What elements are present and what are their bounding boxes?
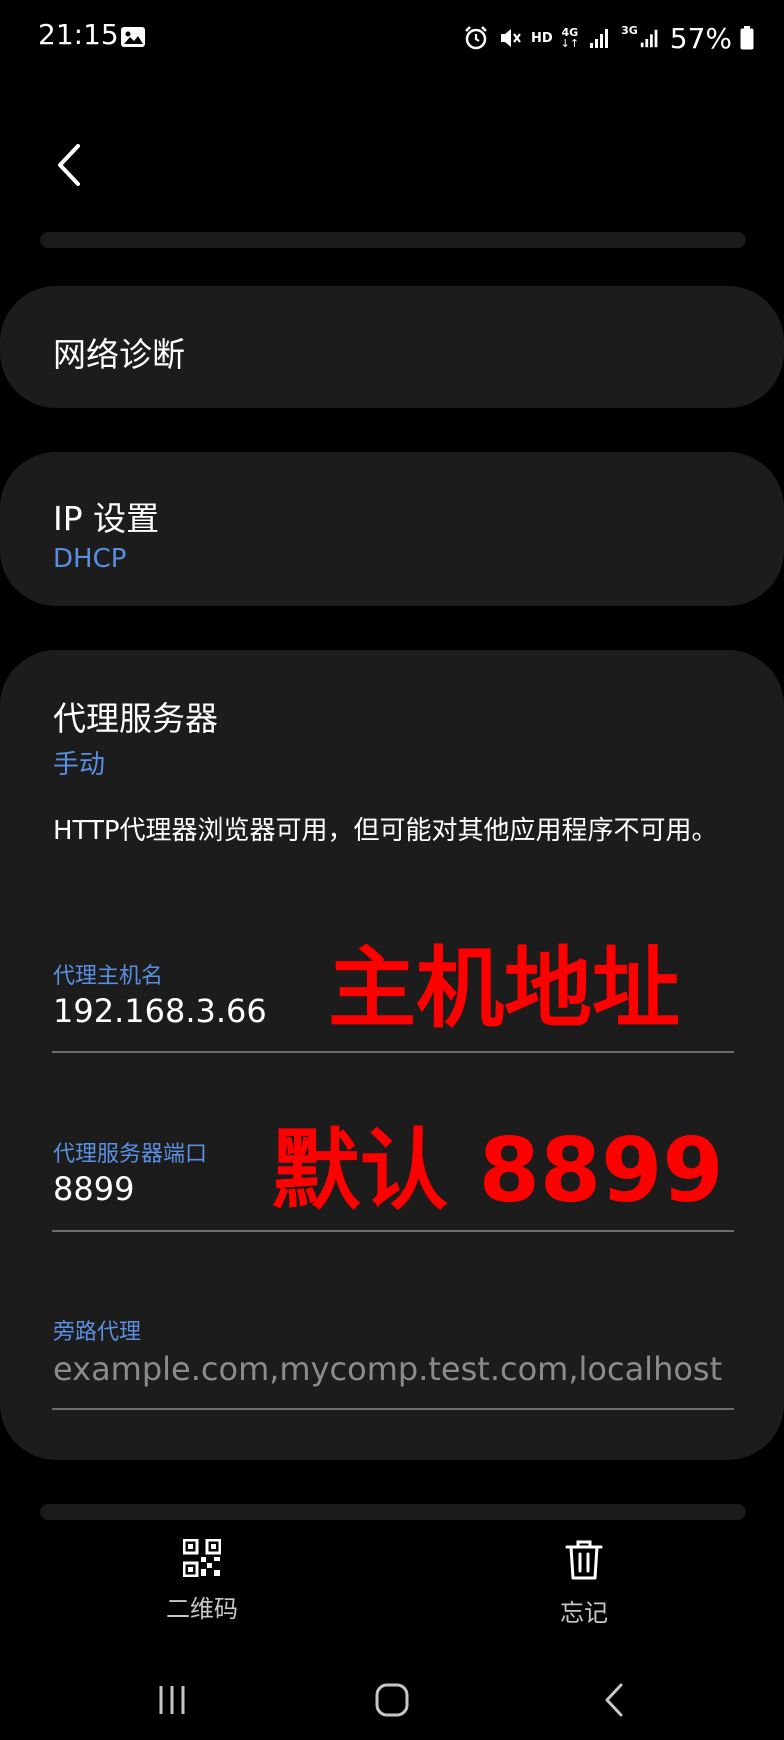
battery-icon: [740, 26, 754, 50]
bottom-action-bar: 二维码 忘记: [0, 1505, 784, 1628]
gallery-icon: [121, 27, 145, 47]
recents-icon: [159, 1686, 185, 1714]
back-icon[interactable]: [52, 140, 86, 190]
nav-back-icon: [605, 1683, 623, 1717]
qr-code-icon: [183, 1539, 221, 1577]
alarm-icon: [465, 26, 487, 50]
mute-icon: [500, 29, 521, 47]
host-annotation: 主机地址: [328, 937, 681, 1040]
proxy-host-underline: [52, 1051, 734, 1053]
card-stub-top: [40, 232, 746, 248]
network-diagnostics-row[interactable]: 网络诊断: [0, 286, 784, 408]
status-icons: HD 4G ↓↑ 3G 57%: [463, 18, 754, 58]
proxy-description: HTTP代理器浏览器可用，但可能对其他应用程序不可用。: [53, 816, 718, 846]
nav-back-button[interactable]: [584, 1670, 644, 1730]
port-annotation: 默认 8899: [272, 1119, 724, 1222]
network-diagnostics-title: 网络诊断: [53, 335, 185, 374]
data-arrows-icon: ↓↑: [560, 37, 580, 50]
proxy-host-input[interactable]: 192.168.3.66: [53, 992, 267, 1030]
trash-icon: [565, 1540, 603, 1580]
proxy-port-underline: [52, 1230, 734, 1232]
system-nav-bar: [0, 1660, 784, 1740]
proxy-mode[interactable]: 手动: [53, 744, 105, 781]
forget-label: 忘记: [560, 1599, 608, 1627]
proxy-host-label: 代理主机名: [53, 964, 164, 989]
network-3g-icon: 3G: [621, 25, 662, 51]
signal-icon-2: [640, 29, 658, 48]
bypass-proxy-label: 旁路代理: [53, 1320, 142, 1345]
signal-icon: [590, 29, 609, 48]
network-4g-icon: 4G ↓↑: [561, 27, 579, 49]
hd-icon: HD: [530, 30, 553, 46]
ip-settings-title: IP 设置: [53, 499, 160, 538]
ip-settings-row[interactable]: IP 设置 DHCP: [0, 452, 784, 606]
bypass-proxy-input[interactable]: example.com,mycomp.test.com,localhost: [53, 1350, 733, 1388]
bypass-proxy-underline: [52, 1408, 734, 1410]
home-icon: [375, 1683, 409, 1717]
proxy-port-input[interactable]: 8899: [53, 1170, 134, 1208]
ip-settings-value: DHCP: [53, 544, 127, 574]
home-button[interactable]: [362, 1670, 422, 1730]
qr-code-button[interactable]: 二维码: [112, 1539, 292, 1624]
status-bar: 21:15 HD 4G ↓↑ 3G 57%: [0, 0, 784, 78]
proxy-port-label: 代理服务器端口: [53, 1142, 208, 1167]
battery-percent: 57%: [669, 21, 732, 55]
status-time: 21:15: [38, 18, 119, 51]
forget-button[interactable]: 忘记: [494, 1539, 674, 1628]
proxy-title[interactable]: 代理服务器: [53, 692, 218, 740]
network-3g-label: 3G: [621, 24, 638, 37]
qr-code-label: 二维码: [166, 1595, 238, 1623]
recents-button[interactable]: [142, 1670, 202, 1730]
proxy-card: 代理服务器 手动 HTTP代理器浏览器可用，但可能对其他应用程序不可用。 代理主…: [0, 650, 784, 1460]
